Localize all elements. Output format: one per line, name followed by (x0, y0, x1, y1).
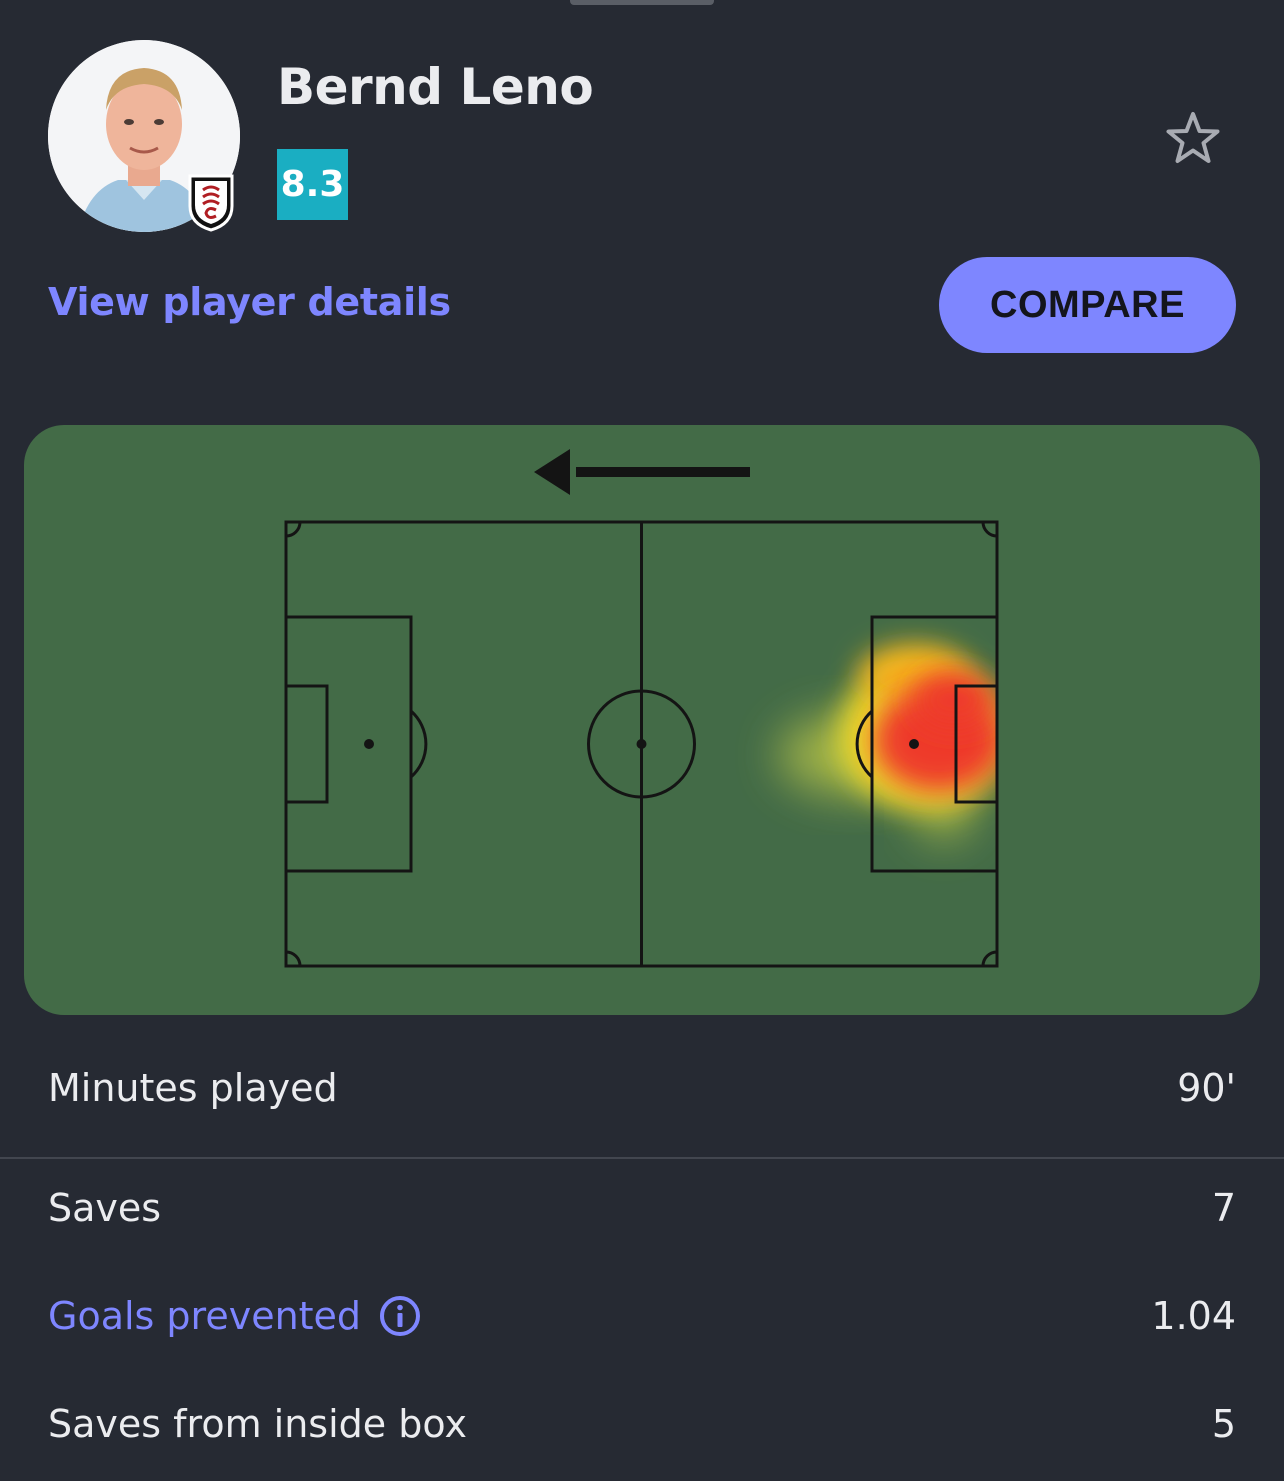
star-outline-icon[interactable] (1162, 108, 1224, 170)
stat-label: Minutes played (48, 1066, 338, 1110)
heat-zone (779, 645, 997, 840)
info-icon[interactable] (379, 1295, 421, 1337)
stat-value: 5 (1211, 1402, 1236, 1446)
compare-button[interactable]: COMPARE (939, 257, 1236, 353)
heatmap-pitch (284, 449, 999, 968)
stat-value: 1.04 (1151, 1294, 1236, 1338)
player-name: Bernd Leno (277, 58, 594, 116)
stat-label[interactable]: Goals prevented (48, 1294, 361, 1338)
stat-row-goals-prevented: Goals prevented 1.04 (48, 1281, 1236, 1351)
stat-value: 90' (1177, 1066, 1236, 1110)
stat-label: Saves from inside box (48, 1402, 467, 1446)
heatmap-card (24, 425, 1260, 1015)
rating-badge: 8.3 (277, 149, 348, 220)
stat-value: 7 (1211, 1186, 1236, 1230)
stat-label: Saves (48, 1186, 162, 1230)
stat-row-saves-inside-box: Saves from inside box 5 (48, 1389, 1236, 1459)
arrow-left-icon (534, 449, 750, 495)
divider (0, 1157, 1284, 1159)
fulham-crest-icon (186, 172, 236, 232)
goals-prevented-link[interactable]: Goals prevented (48, 1294, 421, 1338)
stat-row-minutes: Minutes played 90' (48, 1053, 1236, 1123)
stat-row-saves: Saves 7 (48, 1173, 1236, 1243)
view-player-details-link[interactable]: View player details (48, 280, 451, 324)
sheet-drag-handle[interactable] (570, 0, 714, 5)
